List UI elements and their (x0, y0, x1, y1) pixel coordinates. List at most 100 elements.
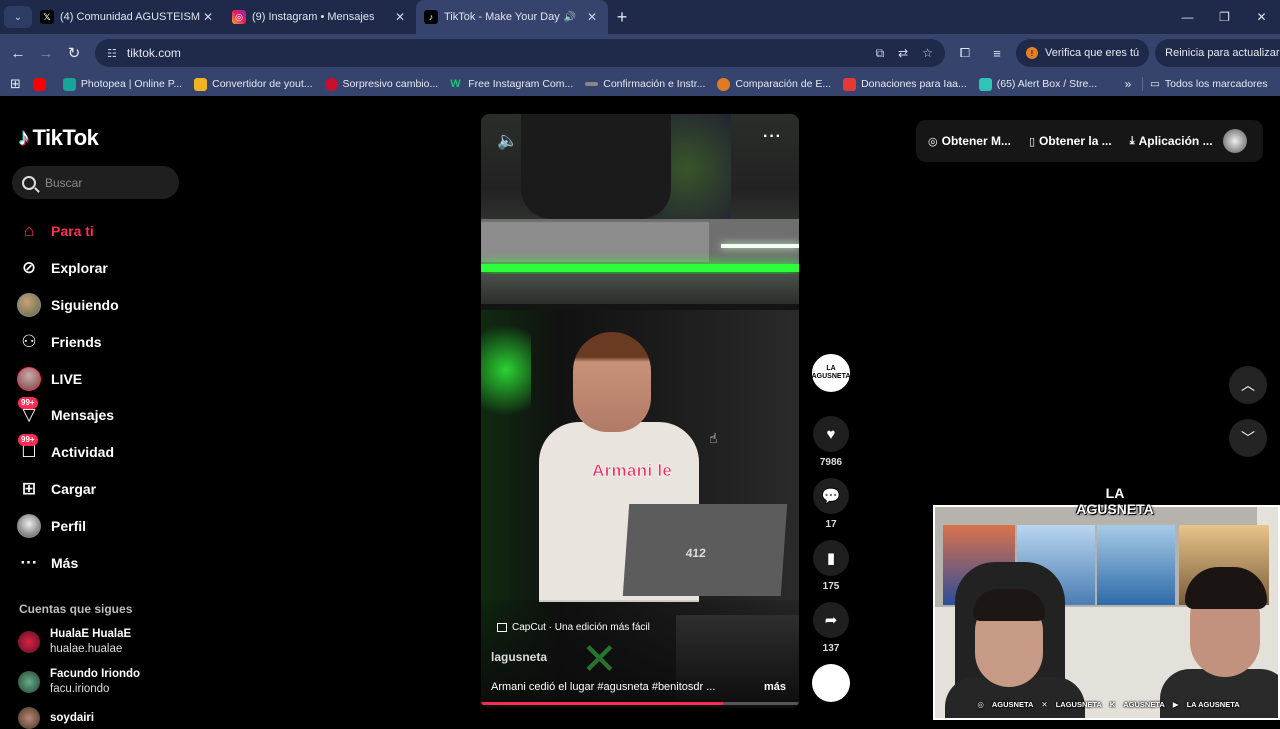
sidebar-item-live[interactable]: LIVE (16, 360, 119, 397)
restore-icon[interactable]: ❐ (1206, 0, 1243, 34)
video-description: Armani cedió el lugar #agusneta #benitos… (491, 681, 716, 693)
audio-playing-icon[interactable]: 🔊 (564, 12, 576, 23)
close-window-icon[interactable]: ✕ (1243, 0, 1280, 34)
avatar (18, 631, 40, 653)
close-tab-icon[interactable]: ✕ (200, 10, 216, 24)
close-tab-icon[interactable]: ✕ (392, 10, 408, 24)
streamer-logo: LA AGUSNETA (1074, 474, 1156, 528)
sidebar-item-cargar[interactable]: ⊞ Cargar (16, 471, 119, 508)
sidebar-item-friends[interactable]: ⚇ Friends (16, 323, 119, 360)
bookmark-item[interactable]: Photopea | Online P... (57, 72, 188, 96)
bookmark-label: Convertidor de yout... (212, 78, 313, 90)
tiktok-note-icon: ♪ (18, 124, 30, 151)
volume-icon[interactable]: 🔈 (497, 131, 518, 151)
photopea-icon (62, 77, 76, 91)
next-video-button[interactable]: ﹀ (1229, 419, 1267, 457)
new-tab-button[interactable]: + (608, 7, 636, 28)
site-info-icon[interactable]: ☷ (107, 47, 117, 60)
sound-disc[interactable] (812, 664, 850, 702)
bookmark-label: Confirmación e Instr... (603, 78, 706, 90)
bookmark-label: (65) Alert Box / Stre... (996, 78, 1098, 90)
alert-icon: ! (1026, 47, 1038, 59)
capcut-link[interactable]: CapCut · Una edición más fácil (497, 622, 650, 633)
bookmark-item[interactable]: W Free Instagram Com... (444, 72, 579, 96)
search-input[interactable]: Buscar (12, 166, 179, 199)
comment-button[interactable]: 💬 17 (812, 478, 850, 530)
sidebar-item-siguiendo[interactable]: Siguiendo (16, 287, 119, 324)
more-options-icon[interactable]: ··· (763, 128, 782, 146)
following-account[interactable]: Facundo Iriondo facu.iriondo (18, 667, 140, 697)
webcam-overlay: ◎ AGUSNETA ✕ LAGUSNETA K AGUSNETA ▶ LA AGUSN… (933, 505, 1280, 720)
following-title: Cuentas que sigues (19, 602, 133, 616)
save-button[interactable]: ▮ 175 (812, 540, 850, 592)
tab-instagram[interactable]: ◎ (9) Instagram • Mensajes ✕ (224, 0, 416, 34)
get-coins-button[interactable]: ◎ Obtener M... (928, 134, 1011, 148)
bookmark-item[interactable]: Donaciones para Iaa... (837, 72, 973, 96)
browser-tab-bar: ⌄ 𝕏 (4) Comunidad AGUSTEISMO | ✕ ◎ (9) I… (0, 0, 1280, 34)
tab-search-icon[interactable]: ⌄ (4, 6, 32, 28)
verify-button[interactable]: ! Verifica que eres tú (1016, 39, 1150, 67)
cast-icon[interactable]: ⧉ (876, 46, 885, 61)
like-button[interactable]: ♥ 7986 (812, 416, 850, 468)
reload-icon[interactable]: ↻ (60, 44, 88, 62)
back-icon[interactable]: ← (4, 45, 32, 62)
sidebar-item-mas[interactable]: ··· Más (16, 544, 119, 581)
capcut-label: CapCut · Una edición más fácil (512, 622, 650, 633)
sidebar-item-explorar[interactable]: ⊘ Explorar (16, 250, 119, 287)
translate-icon[interactable]: ⇄ (898, 46, 908, 60)
sidebar-item-para-ti[interactable]: ⌂ Para ti (16, 213, 119, 250)
tiktok-logo[interactable]: ♪ TikTok (18, 124, 99, 152)
video-author[interactable]: lagusneta (491, 650, 547, 664)
sidebar-item-perfil[interactable]: Perfil (16, 507, 119, 544)
video-frame-bottom: 412 (481, 310, 799, 708)
extensions-icon[interactable]: ⧠ (952, 45, 978, 61)
toolbar-label: Obtener la ... (1039, 134, 1112, 148)
sidebar-item-actividad[interactable]: ☐ 99+ Actividad (16, 434, 119, 471)
music-disc-icon (812, 664, 850, 702)
tab-tiktok[interactable]: ♪ TikTok - Make Your Day 🔊 ✕ (416, 0, 608, 34)
description-more-button[interactable]: más (764, 681, 786, 693)
tab-title: (9) Instagram • Mensajes (252, 11, 375, 23)
video-actions: LA AGUSNETA ♥ 7986 💬 17 ▮ 175 ➦ 137 (812, 354, 850, 712)
desktop-app-button[interactable]: ⤓ Aplicación ... (1130, 134, 1213, 148)
bookmark-item[interactable]: Sorpresivo cambio... (319, 72, 445, 96)
heart-icon: ♥ (813, 416, 849, 452)
video-progress-bar[interactable] (481, 702, 799, 705)
tab-twitter[interactable]: 𝕏 (4) Comunidad AGUSTEISMO | ✕ (32, 0, 224, 34)
bookmark-item[interactable]: (65) Alert Box / Stre... (973, 72, 1103, 96)
more-bookmarks-icon[interactable]: » (1118, 72, 1138, 96)
minimize-icon[interactable]: — (1169, 0, 1206, 34)
share-button[interactable]: ➦ 137 (812, 602, 850, 654)
url-field[interactable]: ☷ tiktok.com ⧉ ⇄ ☆ (95, 39, 945, 67)
social-handle: AGUSNETA (991, 699, 1034, 709)
bookmark-star-icon[interactable]: ☆ (922, 46, 933, 60)
sidebar-item-label: LIVE (51, 370, 83, 387)
comment-count: 17 (825, 519, 837, 530)
creator-avatar-text: LA AGUSNETA (812, 354, 850, 392)
upload-icon: ⊞ (21, 478, 37, 498)
bookmark-item[interactable]: Confirmación e Instr... (579, 72, 711, 96)
kick-icon: K (1109, 699, 1116, 709)
restart-update-button[interactable]: Reinicia para actualizar ⋮ (1155, 39, 1280, 67)
profile-avatar[interactable] (1223, 129, 1247, 153)
following-account[interactable]: soydairi (18, 707, 94, 729)
bookmark-item[interactable]: Convertidor de yout... (188, 72, 318, 96)
creator-avatar[interactable]: LA AGUSNETA (812, 354, 850, 406)
all-bookmarks-button[interactable]: ▭ Todos los marcadores (1150, 72, 1268, 96)
apps-grid-icon[interactable]: ⊞ (0, 72, 27, 96)
following-account[interactable]: HualaE HualaE hualae.hualae (18, 627, 131, 657)
forward-icon[interactable]: → (32, 45, 60, 62)
bookmark-youtube[interactable] (27, 72, 57, 96)
profile-avatar-icon (16, 513, 42, 539)
video-player[interactable]: 412 Armani le 🔈 ··· ✕ CapCut · Una edici… (481, 114, 799, 708)
bookmark-label: Comparación de E... (735, 78, 832, 90)
get-app-button[interactable]: ▯ Obtener la ... (1029, 134, 1112, 148)
sidebar-item-label: Perfil (51, 517, 87, 534)
logo-text: TikTok (32, 125, 99, 150)
bookmark-item[interactable]: Comparación de E... (711, 72, 837, 96)
close-tab-icon[interactable]: ✕ (584, 10, 600, 24)
media-control-icon[interactable]: ≡ (984, 46, 1010, 61)
toolbar-label: Aplicación ... (1138, 134, 1213, 148)
previous-video-button[interactable]: ︿ (1229, 366, 1267, 404)
sidebar-item-mensajes[interactable]: ▽ 99+ Mensajes (16, 397, 119, 434)
